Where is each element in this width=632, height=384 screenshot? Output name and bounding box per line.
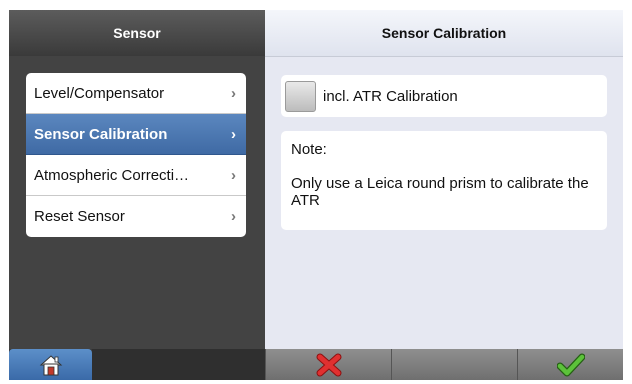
menu-item-label: Reset Sensor xyxy=(34,208,125,225)
chevron-right-icon: › xyxy=(231,125,236,143)
note-text: Only use a Leica round prism to calibrat… xyxy=(291,175,589,209)
menu-item-sensor-calibration[interactable]: Sensor Calibration › xyxy=(26,114,246,155)
red-x-icon xyxy=(316,353,342,376)
left-panel: Sensor Level/Compensator › Sensor Calibr… xyxy=(9,10,265,349)
atr-calibration-label: incl. ATR Calibration xyxy=(323,87,458,105)
atr-calibration-checkbox[interactable] xyxy=(285,80,316,112)
footer-empty-slot xyxy=(92,349,265,380)
menu-item-label: Atmospheric Correcti… xyxy=(34,166,190,184)
cancel-button[interactable] xyxy=(265,349,392,380)
screen: Sensor Level/Compensator › Sensor Calibr… xyxy=(9,10,623,380)
home-button[interactable] xyxy=(9,349,92,380)
right-panel-title: Sensor Calibration xyxy=(265,10,623,57)
green-check-icon xyxy=(557,353,585,376)
menu-item-atmospheric-correction[interactable]: Atmospheric Correcti… › xyxy=(26,155,246,196)
menu-item-reset-sensor[interactable]: Reset Sensor › xyxy=(26,196,246,237)
chevron-right-icon: › xyxy=(231,208,236,225)
right-panel: Sensor Calibration incl. ATR Calibration… xyxy=(265,10,623,349)
atr-calibration-option[interactable]: incl. ATR Calibration xyxy=(281,75,607,117)
menu-item-level-compensator[interactable]: Level/Compensator › xyxy=(26,73,246,114)
menu-item-label: Sensor Calibration xyxy=(34,125,168,143)
chevron-right-icon: › xyxy=(231,166,236,184)
left-panel-title: Sensor xyxy=(9,10,265,56)
home-icon xyxy=(39,354,62,375)
footer-blank-button[interactable] xyxy=(391,349,518,380)
note-box: Note: Only use a Leica round prism to ca… xyxy=(281,131,607,230)
menu-item-label: Level/Compensator xyxy=(34,84,165,102)
note-title: Note: xyxy=(291,141,327,158)
footer-toolbar xyxy=(9,349,623,380)
sensor-menu: Level/Compensator › Sensor Calibration ›… xyxy=(26,73,246,237)
chevron-right-icon: › xyxy=(231,84,236,102)
ok-button[interactable] xyxy=(517,349,623,380)
